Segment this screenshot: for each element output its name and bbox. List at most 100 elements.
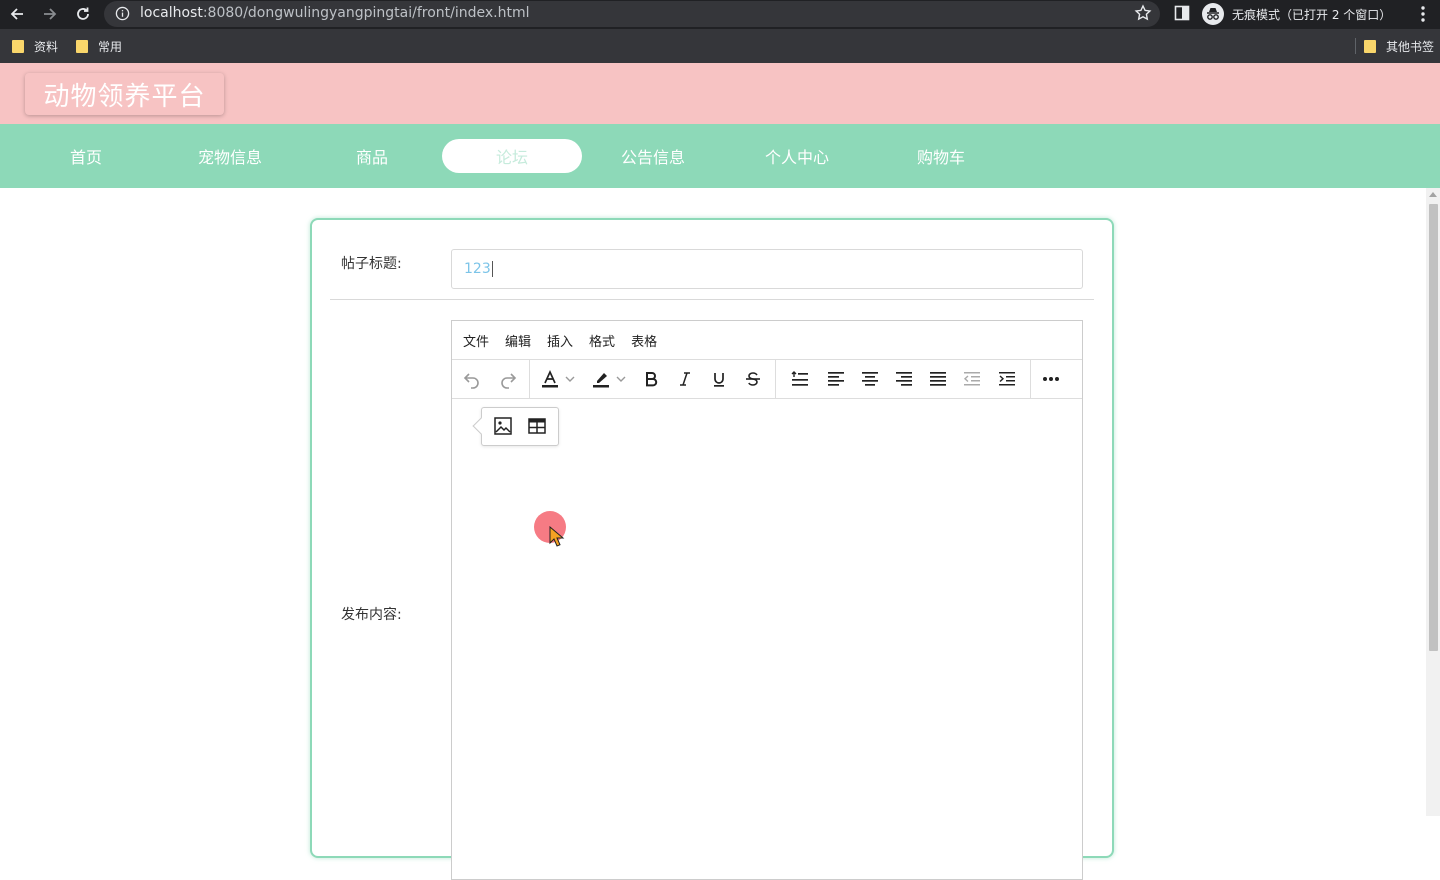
forward-button[interactable]: [39, 3, 61, 25]
nav-forum[interactable]: 论坛: [442, 139, 582, 173]
address-bar[interactable]: localhost:8080/dongwulingyangpingtai/fro…: [104, 1, 1160, 27]
align-justify-icon: [930, 372, 946, 386]
italic-button[interactable]: [673, 368, 697, 390]
italic-icon: [680, 372, 690, 386]
chevron-down-icon: [565, 376, 575, 382]
align-center-button[interactable]: [858, 368, 882, 390]
text-color-button[interactable]: [538, 368, 562, 390]
side-panel-icon[interactable]: [1174, 5, 1190, 21]
site-header: 动物领养平台: [0, 63, 1440, 124]
align-left-icon: [828, 372, 844, 386]
post-title-input[interactable]: 123: [451, 249, 1083, 289]
nav-home[interactable]: 首页: [16, 139, 156, 173]
nav-products[interactable]: 商品: [302, 139, 442, 173]
post-content-label: 发布内容:: [341, 607, 402, 623]
bookmark-folder-changyong[interactable]: 常用: [76, 38, 122, 54]
folder-icon: [1364, 39, 1376, 53]
align-center-icon: [862, 372, 878, 386]
chevron-down-icon: [616, 376, 626, 382]
bookmarks-bar: 资料 常用 其他书签: [0, 29, 1440, 63]
post-title-label: 帖子标题:: [341, 256, 402, 272]
editor-menubar: 文件 编辑 插入 格式 表格: [452, 321, 1082, 360]
toolbar-divider: [775, 360, 776, 398]
scroll-up-arrow-icon[interactable]: [1429, 192, 1437, 197]
menu-insert[interactable]: 插入: [547, 331, 573, 350]
editor-content-area[interactable]: [452, 399, 1082, 879]
underline-button[interactable]: [707, 368, 731, 390]
nav-pet-info[interactable]: 宠物信息: [160, 139, 300, 173]
menu-file[interactable]: 文件: [463, 331, 489, 350]
url-path: :8080/dongwulingyangpingtai/front/index.…: [202, 5, 530, 21]
more-horizontal-icon: [1043, 377, 1059, 381]
outdent-icon: [963, 372, 980, 386]
back-button[interactable]: [6, 3, 28, 25]
browser-toolbar: localhost:8080/dongwulingyangpingtai/fro…: [0, 0, 1440, 29]
more-menu-icon[interactable]: [1414, 4, 1432, 24]
other-bookmarks[interactable]: 其他书签: [1364, 38, 1434, 54]
bold-icon: [646, 372, 658, 387]
quick-insert-popup: [472, 407, 559, 446]
bookmark-folder-ziliao[interactable]: 资料: [12, 38, 58, 54]
bookmark-label: 常用: [98, 39, 123, 54]
post-title-value: 123: [464, 261, 491, 277]
underline-icon: [714, 373, 724, 387]
text-caret: [491, 261, 493, 277]
nav-cart[interactable]: 购物车: [871, 139, 1011, 173]
align-left-button[interactable]: [824, 368, 848, 390]
info-icon[interactable]: [115, 6, 130, 21]
strikethrough-icon: [746, 372, 760, 386]
mouse-pointer-icon: [549, 526, 565, 547]
menu-format[interactable]: 格式: [589, 331, 615, 350]
folder-icon: [76, 39, 88, 53]
nav-personal-center[interactable]: 个人中心: [727, 139, 867, 173]
nav-announcements[interactable]: 公告信息: [583, 139, 723, 173]
insert-table-button[interactable]: [525, 415, 549, 437]
line-height-icon: [791, 371, 808, 386]
redo-button[interactable]: [496, 368, 520, 390]
text-color-icon: [542, 369, 558, 388]
url-host: localhost: [140, 5, 203, 21]
other-bookmarks-label: 其他书签: [1386, 39, 1435, 54]
indent-button[interactable]: [995, 368, 1019, 390]
highlight-color-dropdown[interactable]: [614, 368, 628, 390]
menu-edit[interactable]: 编辑: [505, 331, 531, 350]
incognito-icon: [1202, 3, 1224, 25]
indent-icon: [999, 372, 1015, 386]
reload-icon: [77, 7, 89, 20]
bookmarks-divider: [1355, 38, 1356, 54]
undo-icon: [463, 373, 479, 389]
undo-button[interactable]: [460, 368, 484, 390]
align-right-button[interactable]: [892, 368, 916, 390]
incognito-indicator[interactable]: 无痕模式（已打开 2 个窗口）: [1202, 2, 1391, 26]
bookmark-star-icon[interactable]: [1134, 4, 1152, 22]
forward-arrow-icon: [44, 8, 57, 20]
popup-arrow: [472, 417, 490, 435]
site-logo[interactable]: 动物领养平台: [25, 73, 224, 115]
text-color-dropdown[interactable]: [563, 368, 577, 390]
highlight-color-button[interactable]: [589, 368, 613, 390]
url-text: localhost:8080/dongwulingyangpingtai/fro…: [140, 5, 529, 21]
menu-table[interactable]: 表格: [631, 331, 657, 350]
insert-image-button[interactable]: [491, 415, 515, 437]
outdent-button[interactable]: [960, 368, 984, 390]
more-tools-button[interactable]: [1039, 368, 1063, 390]
redo-icon: [501, 373, 517, 389]
line-height-button[interactable]: [788, 368, 812, 390]
align-right-icon: [896, 372, 912, 386]
editor-toolbar: [452, 360, 1082, 399]
bookmark-label: 资料: [34, 39, 59, 54]
incognito-label: 无痕模式（已打开 2 个窗口）: [1232, 7, 1392, 22]
reload-button[interactable]: [72, 3, 94, 25]
back-arrow-icon: [10, 8, 23, 20]
main-nav: 首页 宠物信息 商品 论坛 公告信息 个人中心 购物车: [0, 124, 1440, 188]
toolbar-divider: [1030, 360, 1031, 398]
rich-text-editor: 文件 编辑 插入 格式 表格: [451, 320, 1083, 880]
scrollbar-thumb[interactable]: [1429, 204, 1438, 651]
table-icon: [528, 418, 546, 434]
bold-button[interactable]: [639, 368, 663, 390]
post-form-card: 帖子标题: 123 发布内容: 文件 编辑 插入 格式 表格: [310, 218, 1114, 880]
align-justify-button[interactable]: [926, 368, 950, 390]
strikethrough-button[interactable]: [741, 368, 765, 390]
toolbar-divider: [529, 360, 530, 398]
form-divider: [330, 299, 1094, 300]
